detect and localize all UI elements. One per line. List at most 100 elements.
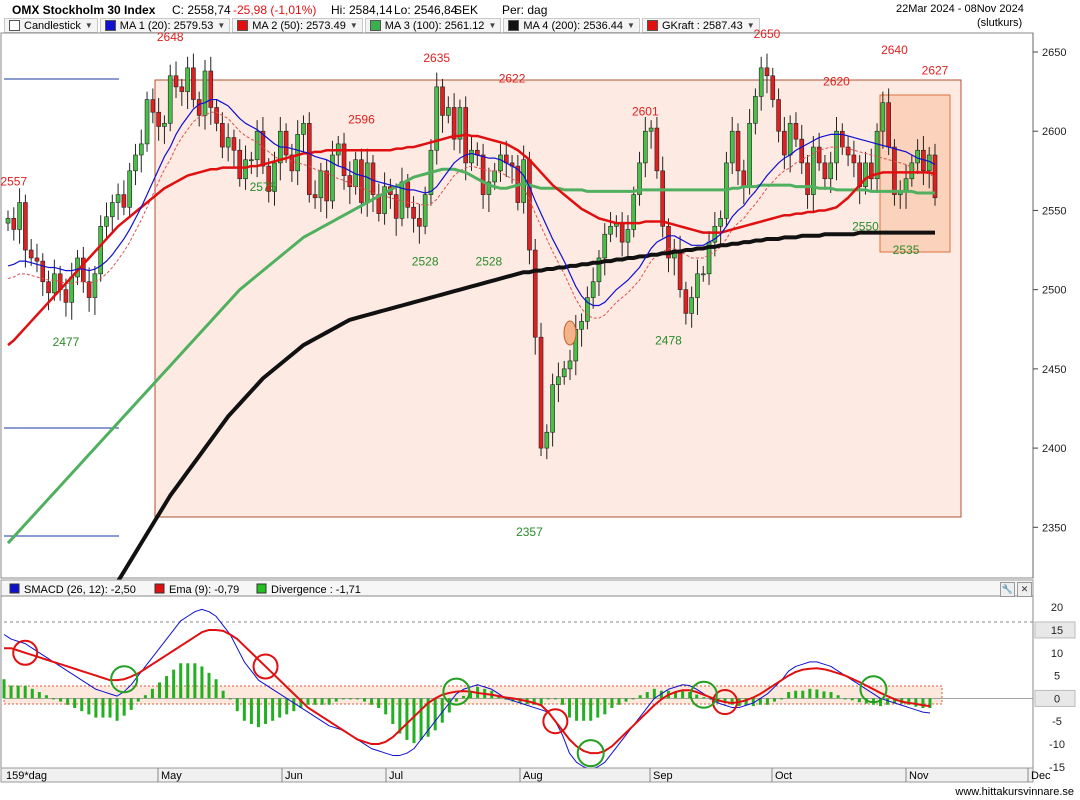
divergence-bar bbox=[638, 695, 642, 699]
macd-chart[interactable]: SMACD (26, 12): -2,50 Ema (9): -0,79 Diver… bbox=[0, 0, 1080, 800]
divergence-bar bbox=[603, 698, 607, 715]
sub-legend-label: SMACD (26, 12): -2,50 bbox=[24, 584, 136, 596]
divergence-bar bbox=[80, 698, 84, 712]
macd-y-tick-label: 10 bbox=[1051, 648, 1063, 660]
divergence-bar bbox=[886, 698, 890, 705]
month-label: Nov bbox=[909, 770, 929, 782]
divergence-bar bbox=[419, 698, 423, 740]
divergence-bar bbox=[143, 695, 147, 699]
divergence-bar bbox=[405, 698, 409, 740]
divergence-bar bbox=[200, 666, 204, 699]
divergence-bar bbox=[914, 698, 918, 707]
month-label: Jul bbox=[389, 770, 403, 782]
divergence-bar bbox=[115, 698, 119, 721]
divergence-bar bbox=[850, 698, 854, 701]
divergence-bar bbox=[320, 698, 324, 705]
divergence-bar bbox=[857, 698, 861, 703]
divergence-bar bbox=[652, 688, 656, 699]
settings-icon[interactable]: 🔧 bbox=[1000, 582, 1015, 597]
divergence-bar bbox=[9, 685, 13, 699]
divergence-bar bbox=[560, 698, 564, 705]
divergence-bar bbox=[794, 690, 798, 699]
macd-y-tick-label: -15 bbox=[1049, 762, 1065, 774]
macd-y-tick-label: 20 bbox=[1051, 602, 1063, 614]
divergence-bar bbox=[214, 679, 218, 699]
sub-legend-swatch bbox=[154, 583, 165, 594]
divergence-bar bbox=[575, 698, 579, 721]
close-icon[interactable]: ✕ bbox=[1017, 582, 1032, 597]
divergence-bar bbox=[377, 698, 381, 708]
divergence-bar bbox=[334, 698, 338, 702]
divergence-bar bbox=[567, 698, 571, 718]
divergence-bar bbox=[370, 698, 374, 705]
divergence-bar bbox=[158, 682, 162, 699]
divergence-bar bbox=[16, 685, 20, 699]
divergence-bar bbox=[2, 679, 6, 699]
divergence-bar bbox=[165, 676, 169, 699]
divergence-bar bbox=[822, 691, 826, 699]
macd-y-tick-label: -10 bbox=[1049, 739, 1065, 751]
macd-y-tick-label: 15 bbox=[1051, 625, 1063, 637]
divergence-bar bbox=[306, 698, 310, 705]
sub-legend-label: Ema (9): -0,79 bbox=[169, 584, 239, 596]
divergence-bar bbox=[645, 692, 649, 699]
divergence-bar bbox=[66, 698, 70, 705]
divergence-bar bbox=[30, 688, 34, 699]
divergence-bar bbox=[221, 690, 225, 699]
divergence-bar bbox=[780, 698, 784, 700]
month-label: Dec bbox=[1031, 770, 1051, 782]
divergence-bar bbox=[44, 695, 48, 699]
divergence-bar bbox=[610, 698, 614, 708]
divergence-bar bbox=[355, 698, 359, 700]
x-axis-bar bbox=[0, 767, 1034, 783]
divergence-bar bbox=[454, 698, 458, 702]
divergence-bar bbox=[122, 698, 126, 716]
divergence-bar bbox=[772, 698, 776, 702]
divergence-bar bbox=[681, 690, 685, 699]
divergence-bar bbox=[836, 695, 840, 699]
divergence-bar bbox=[702, 697, 706, 699]
divergence-bar bbox=[695, 694, 699, 699]
divergence-bar bbox=[271, 698, 275, 721]
divergence-bar bbox=[327, 698, 331, 705]
divergence-bar bbox=[921, 698, 925, 708]
site-credit: www.hittakursvinnare.se bbox=[955, 786, 1074, 798]
divergence-bar bbox=[461, 695, 465, 699]
divergence-bar bbox=[87, 698, 91, 715]
divergence-bar bbox=[412, 698, 416, 744]
divergence-bar bbox=[596, 698, 600, 718]
divergence-bar bbox=[808, 688, 812, 699]
divergence-bar bbox=[582, 698, 586, 721]
month-label: May bbox=[161, 770, 182, 782]
month-label: Jun bbox=[285, 770, 303, 782]
divergence-bar bbox=[59, 698, 63, 702]
divergence-bar bbox=[207, 672, 211, 699]
divergence-bar bbox=[801, 690, 805, 699]
divergence-bar bbox=[94, 698, 98, 718]
divergence-bar bbox=[843, 698, 847, 700]
divergence-bar bbox=[150, 688, 154, 699]
divergence-bar bbox=[193, 663, 197, 699]
divergence-bar bbox=[589, 698, 593, 721]
divergence-bar bbox=[228, 698, 232, 700]
divergence-bar bbox=[37, 692, 41, 699]
divergence-bar bbox=[51, 698, 55, 700]
divergence-bar bbox=[136, 698, 140, 702]
divergence-bar bbox=[264, 698, 268, 724]
divergence-bar bbox=[553, 698, 557, 700]
divergence-bar bbox=[341, 698, 345, 700]
month-label: Aug bbox=[523, 770, 543, 782]
divergence-bar bbox=[348, 698, 352, 700]
macd-y-tick-label: -5 bbox=[1052, 716, 1062, 728]
divergence-bar bbox=[278, 698, 282, 718]
sub-legend-swatch bbox=[9, 583, 20, 594]
divergence-bar bbox=[242, 698, 246, 721]
divergence-bar bbox=[617, 698, 621, 705]
divergence-bar bbox=[829, 692, 833, 699]
divergence-bar bbox=[391, 698, 395, 724]
month-label: Sep bbox=[653, 770, 673, 782]
divergence-bar bbox=[787, 692, 791, 699]
macd-y-tick-label: 5 bbox=[1054, 671, 1060, 683]
divergence-bar bbox=[363, 698, 367, 702]
macd-y-tick-label: 0 bbox=[1054, 693, 1060, 705]
